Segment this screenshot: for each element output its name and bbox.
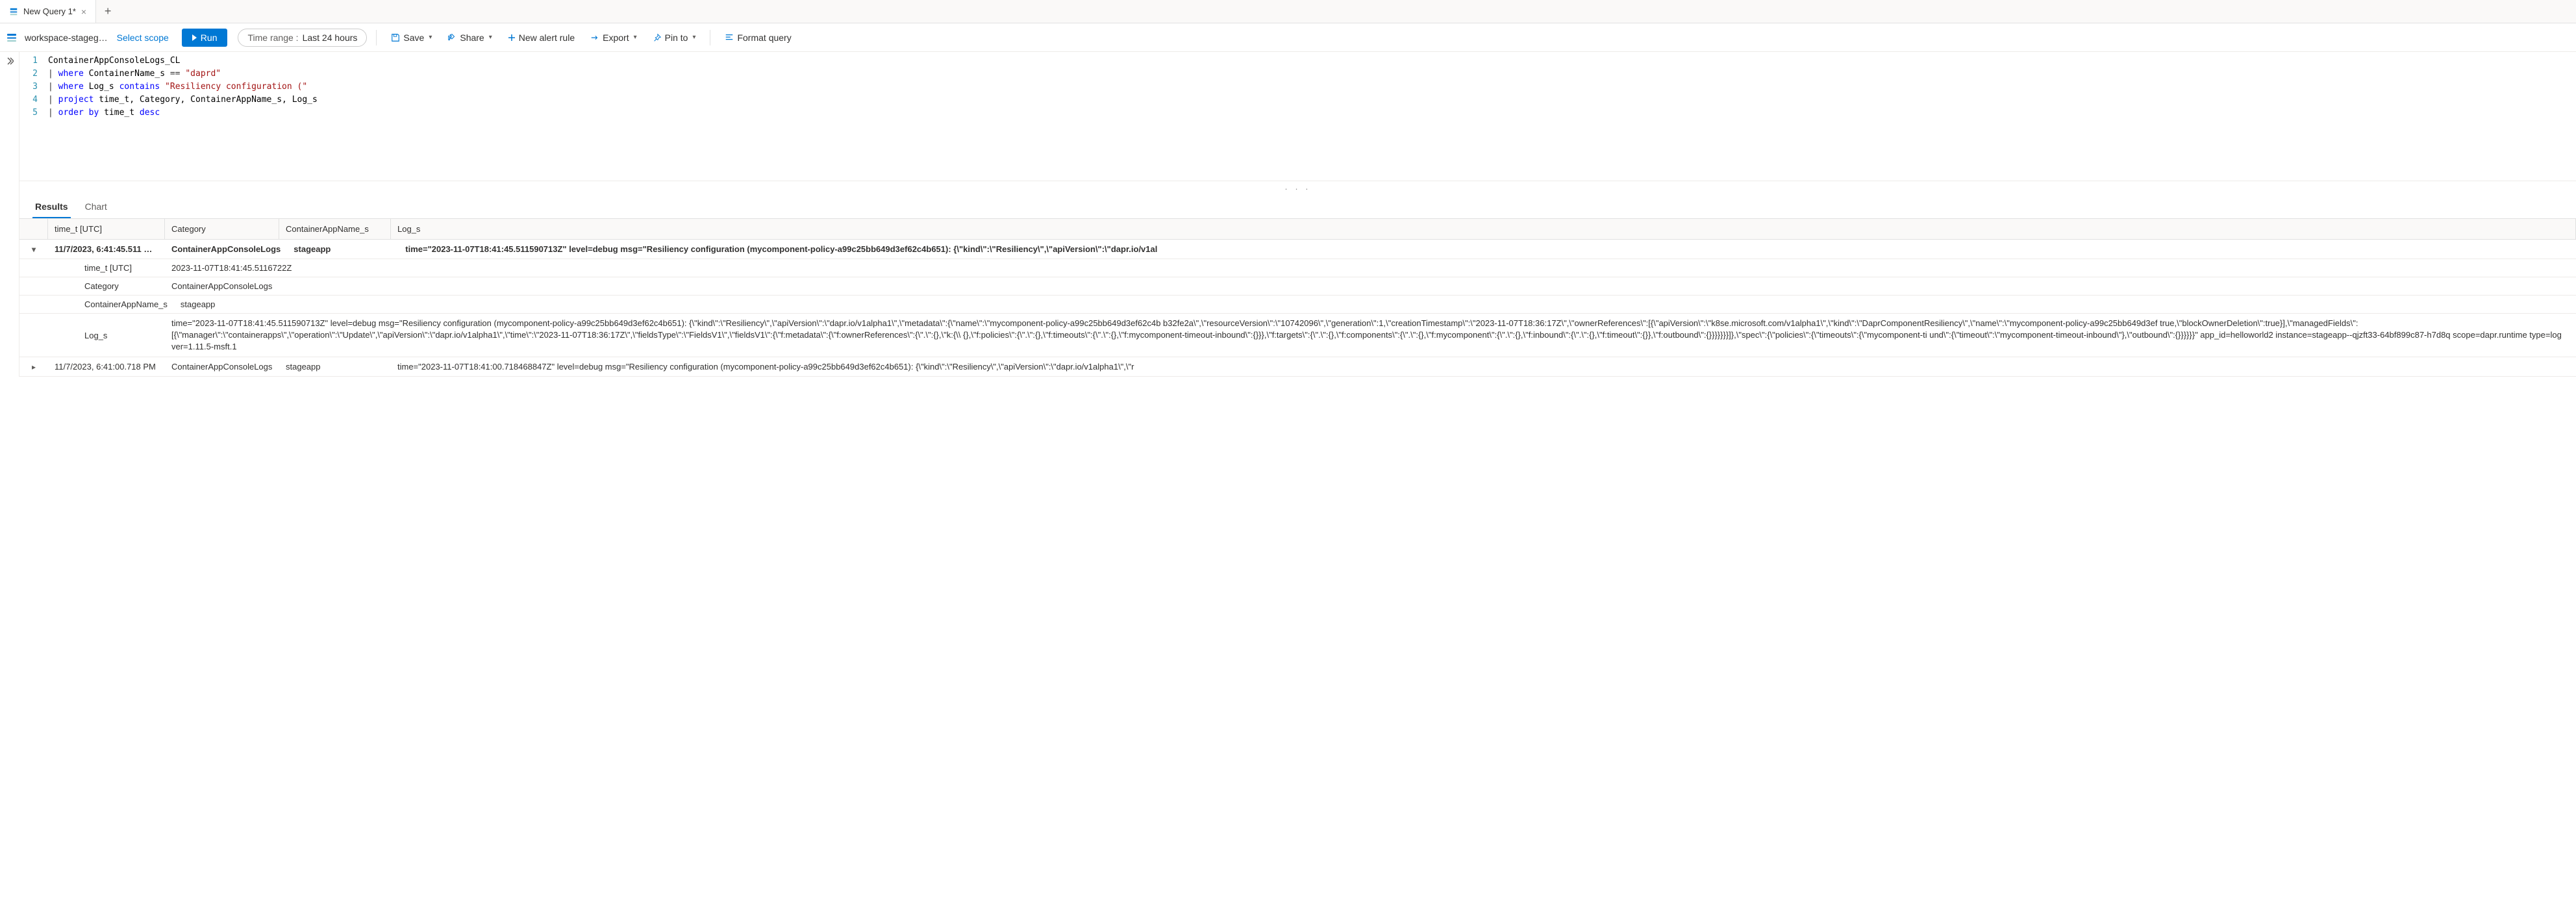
- run-button-label: Run: [201, 32, 218, 43]
- cell-time: 11/7/2023, 6:41:00.718 PM: [48, 358, 165, 375]
- time-range-label: Time range :: [247, 32, 298, 43]
- row-expand-icon[interactable]: ▸: [19, 362, 48, 372]
- table-row[interactable]: ▾ 11/7/2023, 6:41:45.511 … ContainerAppC…: [19, 240, 2576, 259]
- grid-header: time_t [UTC] Category ContainerAppName_s…: [19, 219, 2576, 240]
- editor-code[interactable]: ContainerAppConsoleLogs_CL | where Conta…: [44, 55, 318, 120]
- detail-row: Log_s time="2023-11-07T18:41:45.51159071…: [19, 314, 2576, 357]
- detail-value: ContainerAppConsoleLogs: [165, 277, 2576, 295]
- code-line: | where ContainerName_s == "daprd": [48, 68, 318, 81]
- query-tab-title: New Query 1*: [23, 6, 76, 16]
- share-button[interactable]: Share ▾: [442, 30, 497, 45]
- detail-row: Category ContainerAppConsoleLogs: [19, 277, 2576, 296]
- query-editor[interactable]: 1 2 3 4 5 ContainerAppConsoleLogs_CL | w…: [19, 52, 2576, 122]
- cell-category: ContainerAppConsoleLogs: [165, 240, 287, 258]
- plus-icon: [508, 34, 516, 42]
- run-button[interactable]: Run: [182, 29, 228, 47]
- row-collapse-icon[interactable]: ▾: [19, 245, 48, 254]
- column-header-time[interactable]: time_t [UTC]: [48, 219, 165, 239]
- results-grid: time_t [UTC] Category ContainerAppName_s…: [19, 219, 2576, 377]
- chevron-down-icon: ▾: [489, 34, 492, 41]
- results-tab-strip: Results Chart: [19, 196, 2576, 219]
- toolbar-separator: [376, 30, 377, 45]
- tab-results[interactable]: Results: [32, 196, 71, 218]
- editor-gutter: 1 2 3 4 5: [19, 55, 44, 120]
- tab-strip: New Query 1* × +: [0, 0, 2576, 23]
- cell-time: 11/7/2023, 6:41:45.511 …: [48, 240, 165, 258]
- cell-app: stageapp: [287, 240, 399, 258]
- chevron-down-icon: ▾: [634, 34, 637, 41]
- save-button[interactable]: Save ▾: [386, 30, 437, 45]
- editor-whitespace: [19, 122, 2576, 181]
- play-icon: [192, 34, 197, 41]
- detail-key: time_t [UTC]: [19, 259, 165, 277]
- query-tab-icon: [9, 7, 18, 16]
- line-number: 5: [19, 107, 38, 120]
- detail-value: 2023-11-07T18:41:45.5116722Z: [165, 259, 2576, 277]
- detail-value: stageapp: [174, 296, 2576, 313]
- column-header-app[interactable]: ContainerAppName_s: [279, 219, 391, 239]
- tab-chart[interactable]: Chart: [82, 196, 110, 218]
- export-label: Export: [603, 32, 629, 43]
- time-range-value: Last 24 hours: [303, 32, 358, 43]
- pane-resize-handle[interactable]: · · ·: [19, 181, 2576, 196]
- detail-key: Category: [19, 277, 165, 295]
- save-label: Save: [403, 32, 424, 43]
- detail-row: time_t [UTC] 2023-11-07T18:41:45.5116722…: [19, 259, 2576, 277]
- pin-to-button[interactable]: Pin to ▾: [647, 30, 701, 45]
- add-tab-button[interactable]: +: [96, 5, 119, 18]
- export-button[interactable]: Export ▾: [585, 30, 642, 45]
- format-query-label: Format query: [737, 32, 791, 43]
- format-query-button[interactable]: Format query: [719, 30, 796, 45]
- code-line: | project time_t, Category, ContainerApp…: [48, 94, 318, 107]
- format-icon: [725, 33, 734, 42]
- detail-value: time="2023-11-07T18:41:45.511590713Z" le…: [165, 314, 2576, 357]
- save-icon: [391, 33, 400, 42]
- detail-key: ContainerAppName_s: [19, 296, 174, 313]
- column-header-category[interactable]: Category: [165, 219, 279, 239]
- select-scope-link[interactable]: Select scope: [117, 32, 169, 43]
- line-number: 1: [19, 55, 38, 68]
- line-number: 3: [19, 81, 38, 94]
- detail-key: Log_s: [19, 327, 165, 344]
- chevron-down-icon: ▾: [692, 34, 695, 41]
- pin-icon: [653, 33, 662, 42]
- table-row[interactable]: ▸ 11/7/2023, 6:41:00.718 PM ContainerApp…: [19, 357, 2576, 377]
- code-line: | where Log_s contains "Resiliency confi…: [48, 81, 318, 94]
- pin-to-label: Pin to: [665, 32, 688, 43]
- line-number: 2: [19, 68, 38, 81]
- workspace-icon: [6, 32, 17, 43]
- new-alert-button[interactable]: New alert rule: [503, 30, 580, 45]
- cell-log: time="2023-11-07T18:41:00.718468847Z" le…: [391, 358, 2576, 375]
- code-line: | order by time_t desc: [48, 107, 318, 120]
- query-tab[interactable]: New Query 1* ×: [0, 0, 96, 23]
- line-number: 4: [19, 94, 38, 107]
- cell-app: stageapp: [279, 358, 391, 375]
- column-header-log[interactable]: Log_s: [391, 219, 2576, 239]
- code-line: ContainerAppConsoleLogs_CL: [48, 55, 318, 68]
- cell-log: time="2023-11-07T18:41:45.511590713Z" le…: [399, 240, 2576, 258]
- share-label: Share: [460, 32, 484, 43]
- left-panel-expander[interactable]: [0, 52, 19, 377]
- grid-header-expander-col: [19, 219, 48, 239]
- export-icon: [590, 33, 599, 42]
- chevron-down-icon: ▾: [429, 34, 432, 41]
- new-alert-label: New alert rule: [519, 32, 575, 43]
- share-icon: [447, 33, 456, 42]
- cell-category: ContainerAppConsoleLogs: [165, 358, 279, 375]
- time-range-picker[interactable]: Time range : Last 24 hours: [238, 29, 367, 47]
- workspace-name[interactable]: workspace-stageg…: [25, 32, 108, 43]
- close-tab-icon[interactable]: ×: [81, 6, 86, 17]
- detail-row: ContainerAppName_s stageapp: [19, 296, 2576, 314]
- toolbar: workspace-stageg… Select scope Run Time …: [0, 23, 2576, 52]
